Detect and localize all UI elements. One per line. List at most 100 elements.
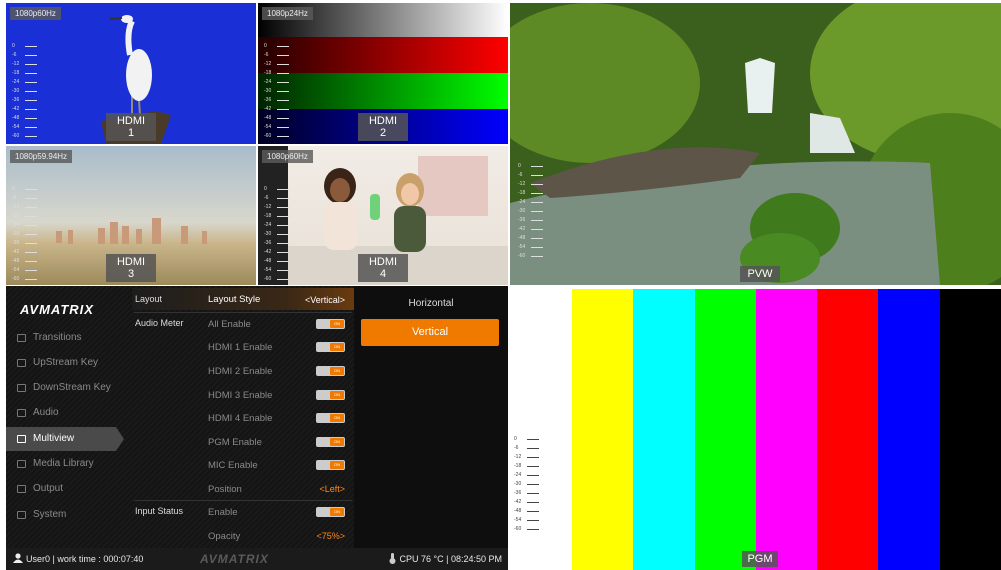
meter-tick: -6 xyxy=(264,52,290,59)
meter-tick: -36 xyxy=(12,240,38,247)
meter-tick-label: -12 xyxy=(12,61,20,67)
thermometer-icon xyxy=(389,550,396,564)
meter-tick: -6 xyxy=(12,52,38,59)
mic-enable-toggle[interactable]: ON xyxy=(316,460,345,470)
sidebar-item-system[interactable]: System xyxy=(6,503,122,527)
meter-tick: -42 xyxy=(12,249,38,256)
meter-tick-label: -12 xyxy=(264,204,272,210)
meter-tick-label: -6 xyxy=(518,172,523,178)
hdmi4-format: 1080p60Hz xyxy=(262,150,313,163)
meter-tick: -60 xyxy=(264,276,290,283)
hdmi3-format: 1080p59.94Hz xyxy=(10,150,73,163)
sidebar-item-downstream-key[interactable]: DownStream Key xyxy=(6,376,122,400)
meter-tick: -24 xyxy=(518,199,544,206)
meter-tick: -30 xyxy=(12,88,38,95)
meter-tick: -6 xyxy=(514,445,540,452)
meter-tick: -54 xyxy=(12,124,38,131)
meter-tick-label: 0 xyxy=(518,163,521,169)
hdmi3-audio-meter: 0 -6 -12 -18 -24 -30 -36 -42 -48 -54 -60 xyxy=(12,186,38,285)
meter-tick-label: -30 xyxy=(12,88,20,94)
meter-tick-label: -24 xyxy=(518,199,526,205)
meter-tick-label: -36 xyxy=(12,97,20,103)
meter-tick: 0 xyxy=(264,43,290,50)
choice-horizontal[interactable]: Horizontal xyxy=(354,298,508,309)
meter-tick-label: -30 xyxy=(514,481,522,487)
layout-style-label: Layout Style xyxy=(208,294,261,305)
color-bar xyxy=(878,289,941,570)
meter-tick: -30 xyxy=(264,88,290,95)
choice-vertical[interactable]: Vertical xyxy=(361,319,499,346)
downstream-key-icon xyxy=(17,384,26,392)
meter-tick-label: -54 xyxy=(12,124,20,130)
meter-tick: -30 xyxy=(514,481,540,488)
meter-tick: -60 xyxy=(12,133,38,140)
section-input-status-label: Input Status xyxy=(135,506,184,516)
hdmi3-enable-toggle[interactable]: ON xyxy=(316,390,345,400)
meter-tick: -54 xyxy=(264,124,290,131)
meter-tick-label: -18 xyxy=(12,213,20,219)
cpu-status: CPU 76 °C | 08:24:50 PM xyxy=(389,548,503,570)
hdmi2-monitor: 1080p24Hz 0 -6 -12 -18 -24 -30 -36 -42 -48 -54 -60… xyxy=(258,3,508,144)
meter-tick: -6 xyxy=(264,195,290,202)
sidebar-item-multiview[interactable]: Multiview xyxy=(6,427,124,451)
pgm-enable-toggle[interactable]: ON xyxy=(316,437,345,447)
sidebar-item-upstream-key[interactable]: UpStream Key xyxy=(6,351,122,375)
position-value[interactable]: <Left> xyxy=(319,484,345,494)
meter-tick: -54 xyxy=(514,517,540,524)
sidebar-item-audio[interactable]: Audio xyxy=(6,401,122,425)
pvw-monitor: 0 -6 -12 -18 -24 -30 -36 -42 -48 -54 -60 PVW xyxy=(510,3,1001,285)
user-status: User0 | work time : 000:07:40 xyxy=(13,548,143,570)
color-bar xyxy=(633,289,696,570)
input-enable-label: Enable xyxy=(208,507,238,518)
meter-tick-label: -54 xyxy=(264,124,272,130)
sidebar-item-media-library[interactable]: Media Library xyxy=(6,452,122,476)
sidebar-item-label: DownStream Key xyxy=(33,382,111,393)
meter-tick-label: -36 xyxy=(264,240,272,246)
hdmi4-enable-label: HDMI 4 Enable xyxy=(208,413,273,424)
pgm-enable-label: PGM Enable xyxy=(208,437,262,448)
meter-tick: -60 xyxy=(12,276,38,283)
meter-tick-label: -42 xyxy=(12,249,20,255)
meter-tick: -36 xyxy=(12,97,38,104)
meter-tick-label: -30 xyxy=(12,231,20,237)
meter-tick-label: -24 xyxy=(12,222,20,228)
meter-tick-label: -6 xyxy=(12,195,17,201)
opacity-label: Opacity xyxy=(208,531,241,542)
cpu-time-text: CPU 76 °C | 08:24:50 PM xyxy=(399,554,503,564)
meter-tick-label: -18 xyxy=(264,213,272,219)
opacity-value[interactable]: <75%> xyxy=(316,531,345,541)
meter-tick-label: -36 xyxy=(264,97,272,103)
layout-style-value[interactable]: <Vertical> xyxy=(305,295,345,305)
hdmi2-enable-toggle[interactable]: ON xyxy=(316,366,345,376)
toggle-on-text: ON xyxy=(330,438,344,446)
meter-tick: 0 xyxy=(12,186,38,193)
all-enable-toggle[interactable]: ON xyxy=(316,319,345,329)
meter-tick-label: -54 xyxy=(264,267,272,273)
meter-tick: -18 xyxy=(518,190,544,197)
hdmi1-monitor: 1080p60Hz 0 -6 -12 -18 -24 -30 -36 -42 -48 -54 -60… xyxy=(6,3,256,144)
meter-tick-label: -54 xyxy=(12,267,20,273)
meter-tick-label: -24 xyxy=(514,472,522,478)
input-enable-toggle[interactable]: ON xyxy=(316,507,345,517)
meter-tick: -48 xyxy=(518,235,544,242)
meter-tick-label: -42 xyxy=(12,106,20,112)
hdmi2-enable-label: HDMI 2 Enable xyxy=(208,366,273,377)
sidebar-item-transitions[interactable]: Transitions xyxy=(6,326,122,350)
sidebar-item-label: Media Library xyxy=(33,458,94,469)
switcher-screen: 1080p60Hz 0 -6 -12 -18 -24 -30 -36 -42 -48 -54 -60… xyxy=(0,0,1001,570)
sidebar-item-label: Transitions xyxy=(33,332,82,343)
audio-icon xyxy=(17,409,26,417)
settings-menu-panel: AVMATRIX Transitions UpStream Key DownSt… xyxy=(6,286,508,570)
hdmi4-enable-toggle[interactable]: ON xyxy=(316,413,345,423)
meter-tick-label: 0 xyxy=(12,186,15,192)
meter-tick: -18 xyxy=(12,70,38,77)
sidebar-item-output[interactable]: Output xyxy=(6,477,122,501)
meter-tick: -36 xyxy=(264,240,290,247)
meter-tick: -24 xyxy=(12,79,38,86)
meter-tick: -42 xyxy=(264,249,290,256)
meter-tick: -6 xyxy=(12,195,38,202)
media-library-icon xyxy=(17,460,26,468)
pgm-monitor: 0 -6 -12 -18 -24 -30 -36 -42 -48 -54 -60 PGM xyxy=(510,286,1001,570)
meter-tick-label: -60 xyxy=(264,276,272,282)
hdmi1-enable-toggle[interactable]: ON xyxy=(316,342,345,352)
